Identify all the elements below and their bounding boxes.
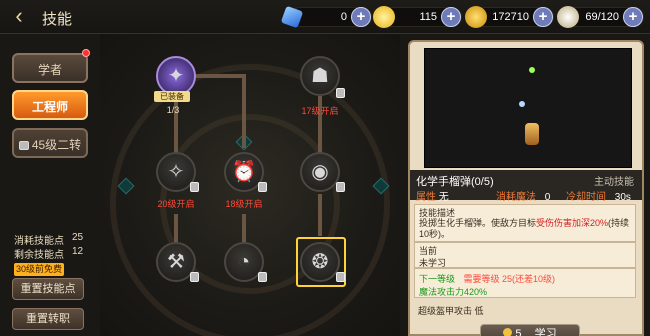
attribute-label: 属性: [416, 192, 436, 203]
connector: [242, 74, 246, 148]
character-sprite: [525, 123, 539, 145]
skill-node-figure[interactable]: ☗: [300, 56, 340, 96]
skill-unlock-label: 20级开启: [157, 199, 195, 209]
clock-skill-icon: ◔: [237, 251, 251, 273]
tab-scholar[interactable]: 学者: [12, 53, 88, 83]
lock-icon: [18, 141, 29, 150]
gold-coin-icon: [465, 6, 487, 28]
reset-skill-points-button[interactable]: 重置技能点: [12, 278, 84, 300]
next-level-line: 下一等级 需要等级 25(还差10级): [419, 272, 555, 285]
figure-skill-icon: ☗: [311, 65, 329, 87]
armor-attack-text: 超级盔甲攻击 低: [418, 306, 484, 316]
skill-point-icon: [503, 328, 513, 336]
remaining-points: 剩余技能点 12: [14, 246, 83, 261]
tools-skill-icon: ⚒: [167, 251, 185, 273]
cooldown-value: 30s: [614, 192, 631, 203]
connector: [318, 194, 322, 236]
attribute-value: 无: [438, 192, 449, 203]
next-effect: 魔法攻击力420%: [419, 287, 488, 297]
next-requirement: 需要等级 25(还差10级): [463, 274, 556, 284]
lock-icon: [190, 272, 199, 282]
lock-icon: [336, 272, 345, 282]
gold-counter: 172710 +: [465, 6, 554, 28]
skill-node-grenade[interactable]: ❂: [300, 242, 340, 282]
next-label: 下一等级: [419, 274, 456, 284]
remaining-points-label: 剩余技能点: [14, 250, 64, 261]
cooldown-label: 冷却时间: [566, 192, 606, 203]
connector: [174, 214, 178, 244]
spent-points: 消耗技能点 25: [14, 232, 83, 247]
connector: [242, 214, 246, 244]
skill-node-swirl-orb[interactable]: ◉: [300, 152, 340, 192]
notification-dot: [82, 49, 90, 57]
page-title: 技能: [42, 11, 73, 28]
next-level-box: 下一等级 需要等级 25(还差10级) 魔法攻击力420%: [414, 268, 636, 298]
spent-points-value: 25: [72, 232, 84, 243]
add-gold-button[interactable]: +: [533, 7, 553, 27]
skill-unlock-label: 18级开启: [225, 199, 263, 209]
lock-icon: [336, 182, 345, 192]
wing-icon: [557, 6, 579, 28]
spin-counter: 115 +: [373, 6, 462, 28]
skill-cooldown: 冷却时间 30s: [566, 188, 631, 203]
lock-icon: [258, 272, 267, 282]
reset-job-button[interactable]: 重置转职: [12, 308, 84, 330]
skill-name: 化学手榴弹(0/5): [416, 176, 494, 188]
spin-value: 115: [419, 11, 437, 23]
learn-skill-button[interactable]: 5 学习: [480, 324, 580, 336]
swirl-orb-skill-icon: ◉: [311, 161, 329, 183]
add-gem-button[interactable]: +: [351, 7, 371, 27]
remaining-points-value: 12: [72, 246, 84, 257]
grenade-skill-icon: ❂: [311, 251, 329, 273]
skill-node-crystal[interactable]: ✦: [156, 56, 196, 96]
skill-type: 主动技能: [594, 177, 634, 188]
swirl-icon: [373, 6, 395, 28]
tab-engineer[interactable]: 工程师: [12, 90, 88, 120]
free-badge: 30级前免费: [14, 263, 64, 276]
learn-label: 学习: [534, 328, 557, 336]
blue-gem-icon: [280, 5, 304, 29]
crystal-skill-icon: ✦: [167, 65, 185, 87]
skill-mana: 消耗魔法 0: [496, 188, 550, 203]
skill-level-text: 1/3: [166, 105, 180, 115]
description-text: 投掷生化手榴弹。使敌方目标受伤伤害加深20%(持续10秒)。: [419, 218, 635, 240]
stamina-value: 69/120: [585, 11, 619, 23]
current-level-box: 当前 未学习: [414, 242, 636, 268]
top-bar: ‹ 技能 0 + 115 + 172710 + 69/120 +: [0, 0, 650, 34]
gem-counter: 0 +: [280, 5, 372, 29]
add-spin-button[interactable]: +: [441, 7, 461, 27]
lock-icon: [258, 182, 267, 192]
skill-description: 技能描述 投掷生化手榴弹。使敌方目标受伤伤害加深20%(持续10秒)。: [414, 204, 636, 242]
mana-value: 0: [544, 192, 551, 203]
add-stamina-button[interactable]: +: [623, 7, 643, 27]
skill-tree: ✦ 已装备 1/3 ☗ 17级开启 ✧ 20级开启 ⏰ 18级开启 ◉ ⚒ ◔ …: [100, 34, 400, 336]
description-part: 投掷生化手榴弹。使敌方目标: [419, 218, 537, 228]
skill-attribute: 属性 无: [416, 188, 449, 203]
back-arrow-icon[interactable]: ‹: [8, 5, 30, 28]
learn-cost: 5: [515, 328, 522, 336]
stamina-counter: 69/120 +: [557, 6, 644, 28]
alarm-skill-icon: ⏰: [231, 161, 257, 183]
skill-detail-panel: 化学手榴弹(0/5) 主动技能 属性 无 消耗魔法 0 冷却时间 30s 技能描…: [408, 40, 644, 336]
description-highlight: 受伤伤害加深20%: [536, 218, 609, 228]
lock-icon: [336, 88, 345, 98]
sparkle-skill-icon: ✧: [167, 161, 185, 183]
tab-second-job-label: 45级二转: [31, 138, 82, 152]
equipped-badge: 已装备: [154, 91, 190, 102]
tab-second-job[interactable]: 45级二转: [12, 128, 88, 158]
gold-value: 172710: [492, 11, 529, 23]
skill-unlock-label: 17级开启: [301, 106, 339, 116]
skill-preview: [424, 48, 632, 168]
lock-icon: [190, 182, 199, 192]
mana-label: 消耗魔法: [496, 192, 536, 203]
projectile-sprite: [519, 101, 525, 107]
gem-value: 0: [340, 11, 347, 23]
projectile-sprite: [529, 67, 535, 73]
